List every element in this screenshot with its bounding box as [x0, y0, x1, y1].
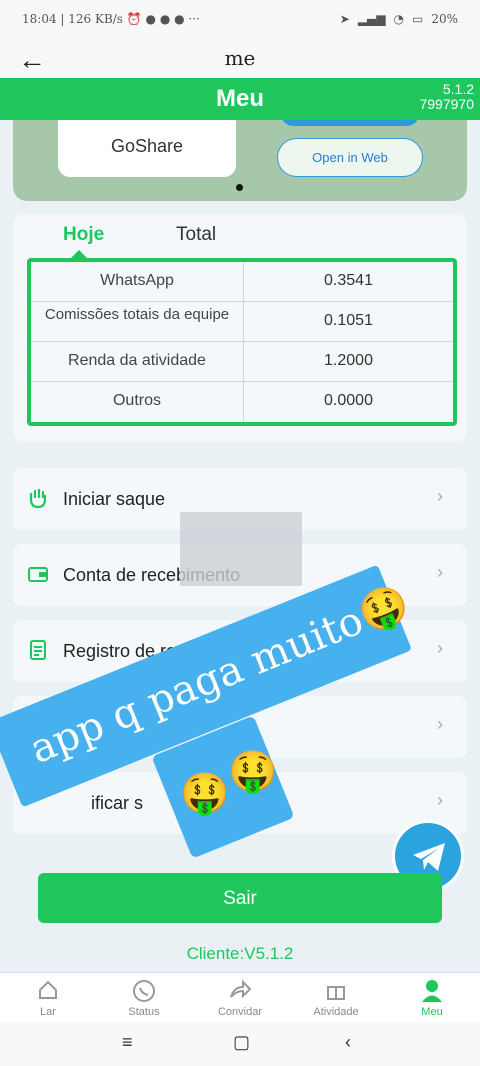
row-value: 1.2000	[324, 352, 373, 369]
open-in-web-button[interactable]: Open in Web	[277, 138, 423, 177]
telegram-icon	[413, 843, 445, 871]
bottom-nav: Lar Status Convidar Atividade Meu	[0, 972, 480, 1023]
nav-me[interactable]: Meu	[392, 979, 472, 1018]
document-icon	[27, 639, 49, 661]
status-right: ➤ ▂▄▆ ◔ ▭ 20%	[340, 12, 458, 26]
logout-button[interactable]: Sair	[38, 873, 442, 923]
chevron-right-icon: ›	[437, 790, 443, 810]
wifi-icon: ◔	[393, 12, 404, 26]
location-icon: ➤	[339, 12, 350, 26]
table-row: WhatsApp 0.3541	[31, 262, 453, 302]
share-icon	[200, 979, 280, 1003]
table-row: Outros 0.0000	[31, 382, 453, 421]
chevron-right-icon: ›	[437, 486, 443, 506]
version-info: 5.1.2 7997970	[419, 82, 474, 112]
table-row: Renda da atividade 1.2000	[31, 342, 453, 382]
menu-label: Iniciar saque	[63, 489, 166, 509]
earnings-panel: Hoje Total WhatsApp 0.3541 Comissões tot…	[13, 214, 467, 442]
gift-icon	[296, 979, 376, 1003]
nav-home[interactable]: Lar	[8, 979, 88, 1018]
back-icon[interactable]: ‹	[345, 1032, 351, 1053]
money-face-emoji: 🤑	[180, 772, 230, 816]
whatsapp-icon	[104, 979, 184, 1003]
table-row: Comissões totais da equipe 0.1051	[31, 302, 453, 342]
carousel-indicator	[236, 184, 243, 191]
row-value: 0.1051	[324, 312, 373, 329]
status-speed: 126 KB/s	[68, 12, 123, 26]
loading-overlay	[180, 512, 302, 586]
status-left: 18:04 | 126 KB/s ⏰ ● ● ● ···	[22, 12, 200, 26]
user-id: 7997970	[419, 96, 474, 112]
signal-icon: ▂▄▆	[357, 12, 386, 26]
earnings-table: WhatsApp 0.3541 Comissões totais da equi…	[27, 258, 457, 426]
chevron-right-icon: ›	[437, 638, 443, 658]
nav-label: Convidar	[217, 1006, 263, 1018]
nav-label: Lar	[40, 1006, 56, 1018]
user-icon	[392, 979, 472, 1003]
row-label: Outros	[112, 392, 161, 409]
status-time: 18:04	[22, 12, 57, 26]
promo-banner[interactable]: GoShare Open in Web	[13, 120, 467, 201]
green-title-bar: Meu 5.1.2 7997970	[0, 78, 480, 120]
nav-label: Status	[128, 1006, 160, 1018]
tab-today[interactable]: Hoje	[63, 224, 104, 246]
app-name: GoShare	[110, 136, 184, 156]
nav-invite[interactable]: Convidar	[200, 979, 280, 1018]
battery-icon: ▭	[411, 12, 424, 26]
row-label: Comissões totais da equipe	[44, 306, 230, 323]
page-title: me	[224, 46, 256, 70]
status-bar: 18:04 | 126 KB/s ⏰ ● ● ● ··· ➤ ▂▄▆ ◔ ▭ 2…	[0, 0, 480, 40]
chevron-right-icon: ›	[437, 714, 443, 734]
nav-activity[interactable]: Atividade	[296, 979, 376, 1018]
money-face-emoji: 🤑	[228, 750, 278, 794]
section-title: Meu	[216, 85, 264, 112]
top-navbar: ← me	[0, 40, 480, 78]
row-value: 0.3541	[324, 272, 373, 289]
tab-total[interactable]: Total	[176, 224, 216, 246]
home-icon	[8, 979, 88, 1003]
hand-icon	[27, 487, 49, 509]
version-number: 5.1.2	[442, 81, 474, 97]
chevron-right-icon: ›	[437, 562, 443, 582]
row-label: WhatsApp	[100, 272, 174, 289]
nav-label: Atividade	[313, 1006, 359, 1018]
menu-label: ificar s	[91, 793, 144, 813]
home-square-icon[interactable]: ▢	[233, 1032, 250, 1053]
nav-label: Meu	[421, 1006, 443, 1018]
system-nav-bar: ≡ ▢ ‹	[0, 1022, 480, 1066]
client-version: Cliente:V5.1.2	[186, 944, 294, 963]
nav-status[interactable]: Status	[104, 979, 184, 1018]
wallet-icon	[27, 563, 49, 585]
row-value: 0.0000	[324, 392, 373, 409]
app-card: GoShare	[58, 120, 236, 177]
battery-level: 20%	[431, 12, 458, 26]
menu-icon[interactable]: ≡	[122, 1032, 133, 1053]
row-label: Renda da atividade	[68, 352, 206, 369]
banner-button-top[interactable]	[281, 120, 419, 126]
